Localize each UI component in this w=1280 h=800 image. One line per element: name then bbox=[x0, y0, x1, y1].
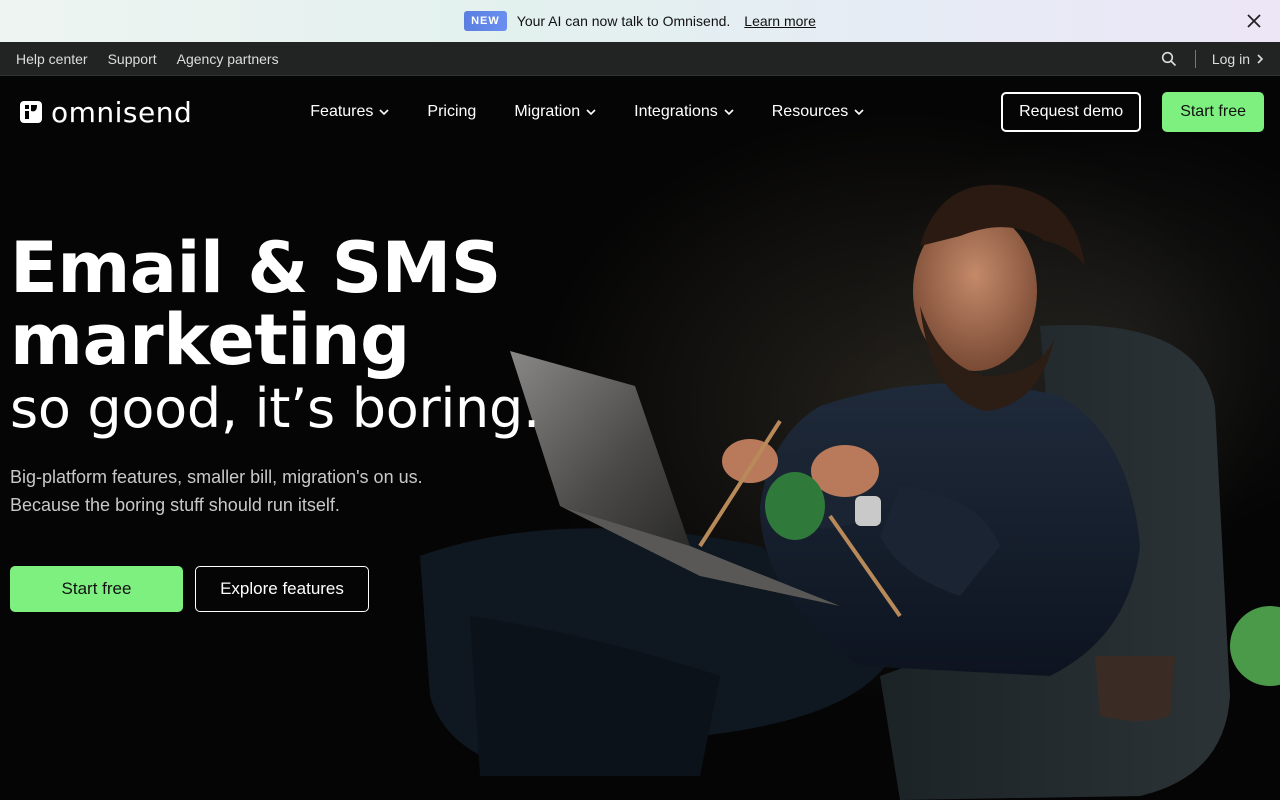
utility-divider bbox=[1194, 49, 1196, 68]
start-free-nav-button[interactable]: Start free bbox=[1162, 92, 1264, 132]
subcopy-line-1: Big-platform features, smaller bill, mig… bbox=[10, 467, 423, 487]
nav-pricing[interactable]: Pricing bbox=[427, 103, 476, 121]
request-demo-button[interactable]: Request demo bbox=[1001, 92, 1142, 132]
hero-subcopy: Big-platform features, smaller bill, mig… bbox=[10, 463, 423, 519]
headline-line-2: marketing bbox=[10, 299, 410, 381]
nav-migration[interactable]: Migration bbox=[514, 103, 596, 121]
hero-headline: Email & SMS marketing so good, it’s bori… bbox=[10, 232, 540, 442]
chevron-right-icon bbox=[1257, 53, 1264, 64]
help-center-link[interactable]: Help center bbox=[16, 51, 88, 67]
nav-features-label: Features bbox=[310, 103, 374, 120]
nav-integrations[interactable]: Integrations bbox=[634, 103, 734, 121]
nav-pricing-label: Pricing bbox=[427, 103, 477, 120]
nav-ctas: Request demo Start free bbox=[1001, 92, 1264, 132]
support-link[interactable]: Support bbox=[108, 51, 157, 67]
headline-line-1: Email & SMS bbox=[10, 227, 501, 309]
start-free-button[interactable]: Start free bbox=[10, 566, 183, 612]
learn-more-link[interactable]: Learn more bbox=[744, 13, 816, 29]
subcopy-line-2: Because the boring stuff should run itse… bbox=[10, 495, 340, 515]
agency-partners-link[interactable]: Agency partners bbox=[177, 51, 279, 67]
login-link[interactable]: Log in bbox=[1212, 51, 1264, 67]
nav-items: Features Pricing Migration Integrations … bbox=[310, 103, 902, 121]
chevron-down-icon bbox=[854, 109, 864, 116]
main-nav: omnisend Features Pricing Migration Inte… bbox=[0, 76, 1280, 148]
nav-integrations-label: Integrations bbox=[634, 103, 718, 120]
headline-line-3: so good, it’s boring. bbox=[10, 377, 540, 440]
explore-features-button[interactable]: Explore features bbox=[195, 566, 369, 612]
utility-bar: Help center Support Agency partners Log … bbox=[0, 42, 1280, 76]
login-label: Log in bbox=[1211, 50, 1250, 67]
search-icon[interactable] bbox=[1161, 51, 1177, 67]
chevron-down-icon bbox=[724, 109, 734, 116]
nav-migration-label: Migration bbox=[514, 103, 581, 120]
announcement-text: Your AI can now talk to Omnisend. bbox=[516, 13, 731, 29]
logo[interactable]: omnisend bbox=[20, 96, 192, 129]
utility-right: Log in bbox=[1161, 49, 1264, 68]
nav-features[interactable]: Features bbox=[310, 103, 389, 121]
announcement-bar: NEW Your AI can now talk to Omnisend. Le… bbox=[0, 0, 1280, 42]
logo-text: omnisend bbox=[51, 95, 193, 129]
hero-ctas: Start free Explore features bbox=[10, 566, 369, 612]
close-icon[interactable] bbox=[1244, 11, 1264, 31]
chevron-down-icon bbox=[586, 109, 596, 116]
nav-resources-label: Resources bbox=[771, 103, 849, 120]
new-badge: NEW bbox=[464, 11, 507, 31]
nav-resources[interactable]: Resources bbox=[772, 103, 864, 121]
chevron-down-icon bbox=[379, 109, 389, 116]
omnisend-logo-icon bbox=[20, 101, 42, 123]
